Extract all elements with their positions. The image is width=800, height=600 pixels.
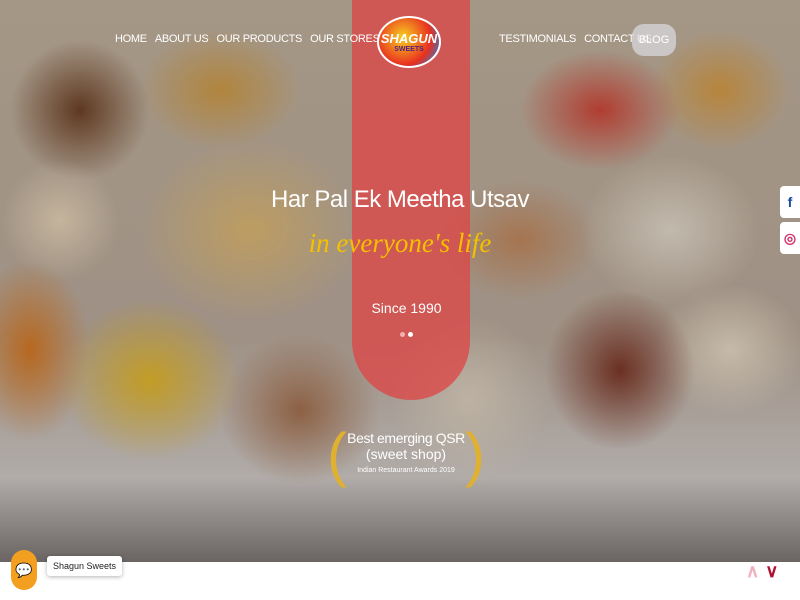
scroll-down-icon[interactable]: ∨: [765, 561, 778, 582]
chat-icon: 💬: [15, 561, 33, 578]
hero-title: Har Pal Ek Meetha Utsav: [271, 186, 529, 213]
award-badge: ( ) Best emerging QSR (sweet shop) India…: [327, 420, 485, 495]
chat-button[interactable]: 💬: [11, 550, 37, 590]
instagram-icon[interactable]: ◎: [780, 222, 800, 254]
scroll-up-icon[interactable]: ∧: [746, 561, 759, 582]
laurel-right-icon: ): [465, 421, 485, 488]
nav-our-products[interactable]: OUR PRODUCTS: [216, 33, 302, 45]
logo-sub: SWEETS: [394, 46, 424, 53]
slider-dot-1[interactable]: [400, 332, 405, 337]
slider-dots: [400, 332, 413, 337]
nav-testimonials[interactable]: TESTIMONIALS: [499, 33, 576, 45]
nav-right: TESTIMONIALS CONTACT US: [499, 33, 652, 45]
shagun-logo[interactable]: SHAGUN SWEETS: [377, 16, 441, 68]
nav-our-stores[interactable]: OUR STORES: [310, 33, 380, 45]
nav-left: HOME ABOUT US OUR PRODUCTS OUR STORES: [115, 33, 380, 45]
facebook-icon[interactable]: f: [780, 186, 800, 218]
award-line1: Best emerging QSR: [347, 430, 465, 446]
nav-blog-button[interactable]: BLOG: [632, 24, 676, 56]
hero-since: Since 1990: [371, 300, 442, 316]
slider-dot-2[interactable]: [408, 332, 413, 337]
scroll-arrows: ∧ ∨: [746, 561, 778, 582]
award-line3: Indian Restaurant Awards 2019: [357, 467, 455, 474]
nav-home[interactable]: HOME: [115, 33, 147, 45]
nav-about-us[interactable]: ABOUT US: [155, 33, 209, 45]
award-line2: (sweet shop): [365, 446, 447, 462]
hero-subtitle: in everyone's life: [308, 228, 492, 258]
logo-name: SHAGUN: [380, 31, 438, 46]
laurel-left-icon: (: [327, 421, 347, 488]
chat-tooltip: Shagun Sweets: [47, 556, 123, 576]
